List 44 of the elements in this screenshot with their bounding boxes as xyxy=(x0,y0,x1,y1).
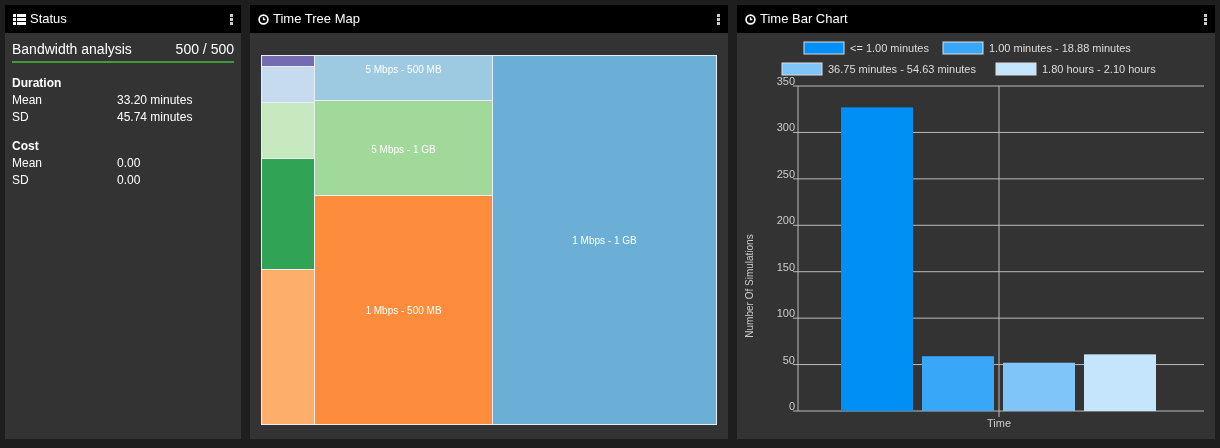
legend-item[interactable]: <= 1.00 minutes xyxy=(803,41,929,55)
clock-icon xyxy=(745,13,756,25)
y-tick-label: 0 xyxy=(788,400,795,412)
list-icon xyxy=(13,13,26,25)
more-options-icon[interactable] xyxy=(717,13,720,25)
stat-value: 0.00 xyxy=(117,155,141,172)
stat-value: 45.74 minutes xyxy=(117,109,193,126)
stat-value: 33.20 minutes xyxy=(117,92,193,109)
stat-label: SD xyxy=(12,109,30,126)
legend-item[interactable]: 36.75 minutes - 54.63 minutes xyxy=(781,62,976,76)
section-heading: Duration xyxy=(12,75,63,92)
stat-label: SD xyxy=(12,172,30,189)
y-tick-label: 200 xyxy=(776,214,795,227)
tree-map-tile[interactable] xyxy=(262,103,314,158)
panel-title: Status xyxy=(30,10,67,29)
tree-map-tile[interactable] xyxy=(262,56,314,66)
panel-title: Time Tree Map xyxy=(273,10,360,29)
stat-label: Mean xyxy=(12,155,44,172)
analysis-name: Bandwidth analysis xyxy=(12,40,132,59)
legend-label: 1.80 hours - 2.10 hours xyxy=(1042,63,1157,75)
y-tick-label: 150 xyxy=(776,260,795,273)
legend-label: 1.00 minutes - 18.88 minutes xyxy=(989,42,1132,54)
y-tick-label: 250 xyxy=(776,167,795,180)
more-options-icon[interactable] xyxy=(1204,13,1207,25)
y-tick-label: 350 xyxy=(776,75,795,87)
section-heading: Cost xyxy=(12,138,40,155)
y-tick-label: 100 xyxy=(776,307,795,320)
tree-map-tile[interactable] xyxy=(262,67,314,102)
clock-icon xyxy=(258,13,269,25)
stat-value: 0.00 xyxy=(117,172,141,189)
y-tick-label: 300 xyxy=(776,121,795,134)
tree-map-tile[interactable] xyxy=(262,270,314,424)
legend-item[interactable]: 1.00 minutes - 18.88 minutes xyxy=(942,41,1131,55)
y-axis-title: Number Of Simulations xyxy=(744,234,755,338)
bar[interactable] xyxy=(1003,362,1075,411)
panel-title: Time Bar Chart xyxy=(760,10,848,29)
y-tick-label: 50 xyxy=(782,353,795,366)
legend-item[interactable]: 1.80 hours - 2.10 hours xyxy=(995,62,1156,76)
legend-label: <= 1.00 minutes xyxy=(850,42,930,54)
x-axis-title: Time xyxy=(987,417,1011,429)
legend-label: 36.75 minutes - 54.63 minutes xyxy=(828,63,977,75)
more-options-icon[interactable] xyxy=(230,13,233,25)
stat-label: Mean xyxy=(12,92,44,109)
tree-map-tile[interactable] xyxy=(262,159,314,269)
